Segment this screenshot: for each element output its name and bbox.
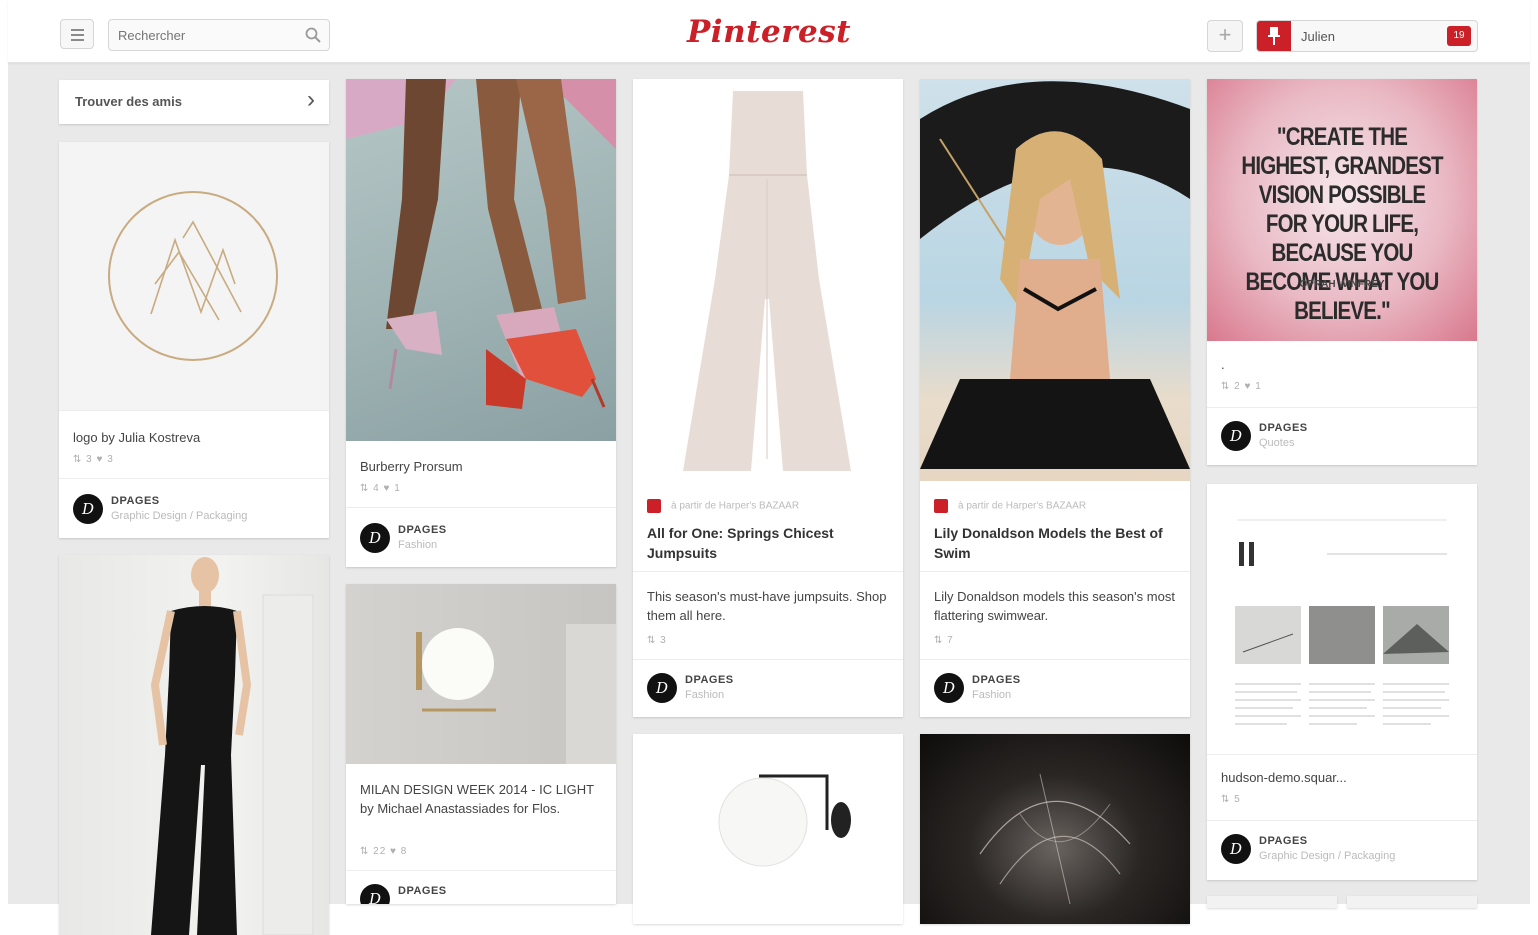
pin-card[interactable] bbox=[920, 734, 1190, 924]
pin-image[interactable]: "CREATE THE HIGHEST, GRANDEST VISION POS… bbox=[1207, 79, 1477, 341]
pin-description: Lily Donaldson models this season's most… bbox=[934, 589, 1175, 623]
user-name: Julien bbox=[1301, 29, 1335, 44]
pin-stats: ⇅ 22 ♥ 8 bbox=[360, 846, 408, 857]
board-owner: DPAGES bbox=[1259, 835, 1308, 847]
avatar[interactable] bbox=[73, 494, 103, 524]
pin-card[interactable]: à partir de Harper's BAZAAR All for One:… bbox=[633, 79, 903, 717]
avatar[interactable] bbox=[360, 523, 390, 553]
board-owner: DPAGES bbox=[685, 674, 734, 686]
pin-card[interactable]: MILAN DESIGN WEEK 2014 - IC LIGHT by Mic… bbox=[346, 584, 616, 904]
website-screenshot bbox=[1235, 519, 1449, 725]
pin-image[interactable] bbox=[920, 734, 1190, 924]
shoes-photo bbox=[346, 79, 616, 409]
pin-image[interactable] bbox=[920, 79, 1190, 481]
pin-card[interactable]: hudson-demo.squar... ⇅ 5 DPAGES Graphic … bbox=[1207, 484, 1477, 880]
quote-author: OPRAH WINFREY bbox=[1299, 279, 1385, 290]
board-owner: DPAGES bbox=[398, 885, 447, 897]
avatar[interactable] bbox=[647, 673, 677, 703]
pin-stats: ⇅ 3 ♥ 3 bbox=[73, 454, 114, 465]
board-name: Graphic Design / Packaging bbox=[1259, 850, 1396, 862]
pin-board[interactable]: DPAGES Graphic Design / Packaging bbox=[73, 494, 319, 526]
pin-stats: ⇅ 3 bbox=[647, 635, 667, 646]
pin-card[interactable]: à partir de Harper's BAZAAR Lily Donalds… bbox=[920, 79, 1190, 717]
add-pin-button[interactable]: + bbox=[1207, 20, 1243, 52]
pin-description: hudson-demo.squar... bbox=[1221, 770, 1347, 785]
quote-text: "CREATE THE HIGHEST, GRANDEST VISION POS… bbox=[1241, 123, 1443, 325]
board-name: Quotes bbox=[1259, 437, 1295, 449]
top-navigation-bar: Pinterest + Julien 19 bbox=[8, 0, 1530, 63]
pin-image[interactable] bbox=[1207, 484, 1477, 754]
pin-image[interactable] bbox=[59, 555, 329, 935]
pin-card[interactable]: logo by Julia Kostreva ⇅ 3 ♥ 3 DPAGES Gr… bbox=[59, 142, 329, 538]
board-name: Fashion bbox=[685, 689, 725, 701]
pin-title[interactable]: All for One: Springs Chicest Jumpsuits bbox=[647, 523, 891, 563]
pin-board[interactable]: DPAGES Fashion bbox=[647, 673, 893, 705]
jumpsuit-product-photo bbox=[683, 91, 851, 471]
jumpsuit-photo bbox=[150, 557, 314, 935]
board-owner: DPAGES bbox=[972, 674, 1021, 686]
swimwear-photo bbox=[920, 81, 1190, 469]
pin-icon bbox=[1257, 21, 1291, 51]
pin-source[interactable]: à partir de Harper's BAZAAR bbox=[647, 499, 799, 513]
avatar[interactable] bbox=[1221, 421, 1251, 451]
pin-image[interactable] bbox=[633, 79, 903, 485]
pin-title[interactable]: Lily Donaldson Models the Best of Swim bbox=[934, 523, 1178, 563]
board-name: Fashion bbox=[972, 689, 1012, 701]
pin-image[interactable] bbox=[633, 734, 903, 924]
pin-description: MILAN DESIGN WEEK 2014 - IC LIGHT by Mic… bbox=[360, 782, 594, 816]
chevron-right-icon: › bbox=[307, 86, 315, 113]
pin-card-partial[interactable] bbox=[1347, 896, 1477, 908]
pin-card[interactable] bbox=[633, 734, 903, 924]
pin-board[interactable]: DPAGES Graphic Design / Packaging bbox=[1221, 834, 1467, 866]
light-installation-photo bbox=[979, 773, 1131, 905]
user-menu-button[interactable]: Julien 19 bbox=[1256, 20, 1478, 52]
board-name: Graphic Design / Packaging bbox=[111, 510, 248, 522]
pin-card[interactable]: "CREATE THE HIGHEST, GRANDEST VISION POS… bbox=[1207, 79, 1477, 465]
pin-card[interactable]: Burberry Prorsum ⇅ 4 ♥ 1 DPAGES Fashion bbox=[346, 79, 616, 567]
avatar[interactable] bbox=[934, 673, 964, 703]
pin-board[interactable]: DPAGES Fashion bbox=[360, 523, 606, 555]
pin-image[interactable] bbox=[346, 79, 616, 441]
board-owner: DPAGES bbox=[111, 495, 160, 507]
avatar[interactable] bbox=[1221, 834, 1251, 864]
lamp-photo bbox=[416, 624, 616, 764]
pin-board[interactable]: DPAGES bbox=[360, 884, 606, 904]
pin-card-partial[interactable] bbox=[1207, 896, 1337, 908]
wall-lamp-photo bbox=[718, 774, 851, 867]
find-friends-label: Trouver des amis bbox=[75, 94, 182, 109]
pin-board[interactable]: DPAGES Fashion bbox=[934, 673, 1180, 705]
pin-image[interactable] bbox=[59, 142, 329, 410]
pin-description: This season's must-have jumpsuits. Shop … bbox=[647, 589, 887, 623]
avatar[interactable] bbox=[360, 884, 390, 904]
board-owner: DPAGES bbox=[1259, 422, 1308, 434]
source-icon bbox=[647, 499, 661, 513]
pin-description: Burberry Prorsum bbox=[360, 459, 463, 474]
pin-stats: ⇅ 4 ♥ 1 bbox=[360, 483, 401, 494]
logo-mark-icon bbox=[108, 191, 278, 361]
pin-description: logo by Julia Kostreva bbox=[73, 430, 201, 445]
pin-description: . bbox=[1221, 357, 1225, 372]
notification-badge[interactable]: 19 bbox=[1447, 26, 1471, 46]
find-friends-button[interactable]: Trouver des amis › bbox=[59, 80, 329, 124]
board-name: Fashion bbox=[398, 539, 438, 551]
pin-grid: Trouver des amis › logo by Julia Kostrev… bbox=[8, 62, 1530, 935]
pin-stats: ⇅ 2 ♥ 1 bbox=[1221, 381, 1262, 392]
pin-stats: ⇅ 7 bbox=[934, 635, 954, 646]
pin-source[interactable]: à partir de Harper's BAZAAR bbox=[934, 499, 1086, 513]
pin-stats: ⇅ 5 bbox=[1221, 794, 1241, 805]
pin-board[interactable]: DPAGES Quotes bbox=[1221, 421, 1467, 453]
source-icon bbox=[934, 499, 948, 513]
pin-image[interactable] bbox=[346, 584, 616, 764]
pin-card[interactable] bbox=[59, 555, 329, 935]
board-owner: DPAGES bbox=[398, 524, 447, 536]
